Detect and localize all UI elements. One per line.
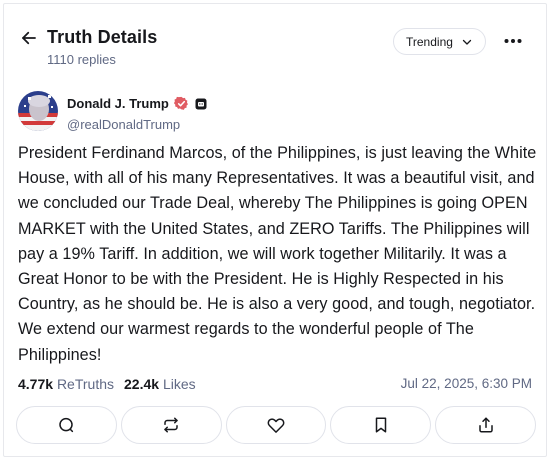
page-title: Truth Details bbox=[47, 27, 158, 47]
post-stats: 4.77k ReTruths 22.4k Likes bbox=[18, 376, 206, 392]
post-timestamp[interactable]: Jul 22, 2025, 6:30 PM bbox=[401, 376, 532, 391]
retruths-count: 4.77k bbox=[18, 376, 54, 392]
sort-label: Trending bbox=[406, 34, 453, 49]
author-display-name: Donald J. Trump bbox=[67, 96, 169, 111]
bookmark-icon bbox=[375, 417, 387, 433]
avatar[interactable] bbox=[18, 91, 58, 131]
more-horizontal-icon bbox=[504, 39, 522, 43]
more-options-button[interactable] bbox=[502, 31, 524, 51]
truth-details-panel: Truth Details 1110 replies Trending Dona… bbox=[3, 3, 547, 457]
author-name[interactable]: Donald J. Trump bbox=[67, 96, 207, 111]
arrow-left-icon bbox=[22, 31, 36, 45]
reply-button[interactable] bbox=[16, 406, 117, 444]
author-handle[interactable]: @realDonaldTrump bbox=[67, 117, 180, 132]
bookmark-button[interactable] bbox=[330, 406, 432, 444]
retruths-label: ReTruths bbox=[56, 376, 114, 392]
post-text: President Ferdinand Marcos, of the Phili… bbox=[18, 144, 537, 364]
retruth-icon bbox=[164, 417, 178, 433]
likes-stat[interactable]: 22.4k Likes bbox=[124, 376, 196, 392]
verified-badge-icon bbox=[173, 96, 188, 110]
chevron-down-icon bbox=[462, 39, 472, 45]
page-header: Truth Details 1110 replies Trending bbox=[4, 4, 546, 67]
reply-icon bbox=[59, 417, 74, 433]
author-avatar-image bbox=[18, 91, 58, 131]
share-icon bbox=[478, 417, 493, 433]
like-icon bbox=[267, 418, 285, 433]
sort-dropdown[interactable]: Trending bbox=[393, 28, 486, 55]
post-actions bbox=[16, 406, 536, 446]
retruth-button[interactable] bbox=[120, 406, 222, 444]
bot-icon bbox=[195, 98, 207, 109]
reply-count: 1110 replies bbox=[47, 52, 116, 67]
share-button[interactable] bbox=[435, 406, 536, 444]
likes-label: Likes bbox=[162, 376, 196, 392]
retruths-stat[interactable]: 4.77k ReTruths bbox=[18, 376, 114, 392]
likes-count: 22.4k bbox=[124, 376, 160, 392]
back-button[interactable] bbox=[18, 27, 40, 49]
like-button[interactable] bbox=[225, 406, 327, 444]
